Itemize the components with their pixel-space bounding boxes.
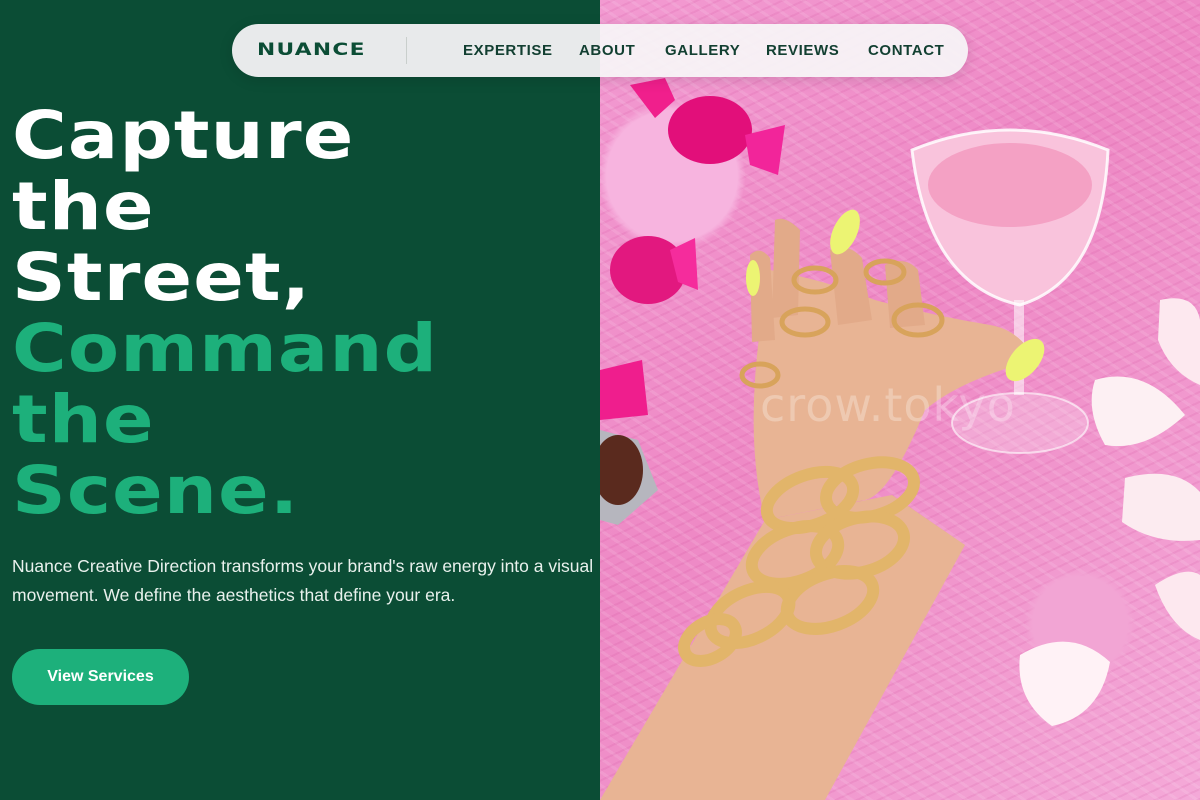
nav-link-expertise[interactable]: EXPERTISE xyxy=(463,24,553,77)
headline-line-5: the xyxy=(12,381,155,458)
brand-logo[interactable]: NUANCE xyxy=(257,24,366,77)
headline-line-3: Street, xyxy=(12,239,312,316)
view-services-button[interactable]: View Services xyxy=(12,649,189,705)
hero-headline: Capture the Street, Command the Scene. xyxy=(12,100,438,526)
headline-line-2: the xyxy=(12,168,155,245)
image-watermark: crow.tokyo xyxy=(760,378,1016,432)
headline-line-6: Scene. xyxy=(12,452,300,529)
headline-line-1: Capture xyxy=(12,97,355,174)
petal-illustration xyxy=(1019,298,1200,726)
nav-link-contact[interactable]: CONTACT xyxy=(868,24,944,77)
nav-link-about[interactable]: ABOUT xyxy=(579,24,635,77)
navbar: NUANCE EXPERTISE ABOUT GALLERY REVIEWS C… xyxy=(232,24,968,77)
hero-description: Nuance Creative Direction transforms you… xyxy=(12,556,594,605)
nav-link-reviews[interactable]: REVIEWS xyxy=(766,24,839,77)
headline-line-4: Command xyxy=(12,310,439,387)
nav-divider xyxy=(406,37,407,64)
nav-link-gallery[interactable]: GALLERY xyxy=(665,24,740,77)
